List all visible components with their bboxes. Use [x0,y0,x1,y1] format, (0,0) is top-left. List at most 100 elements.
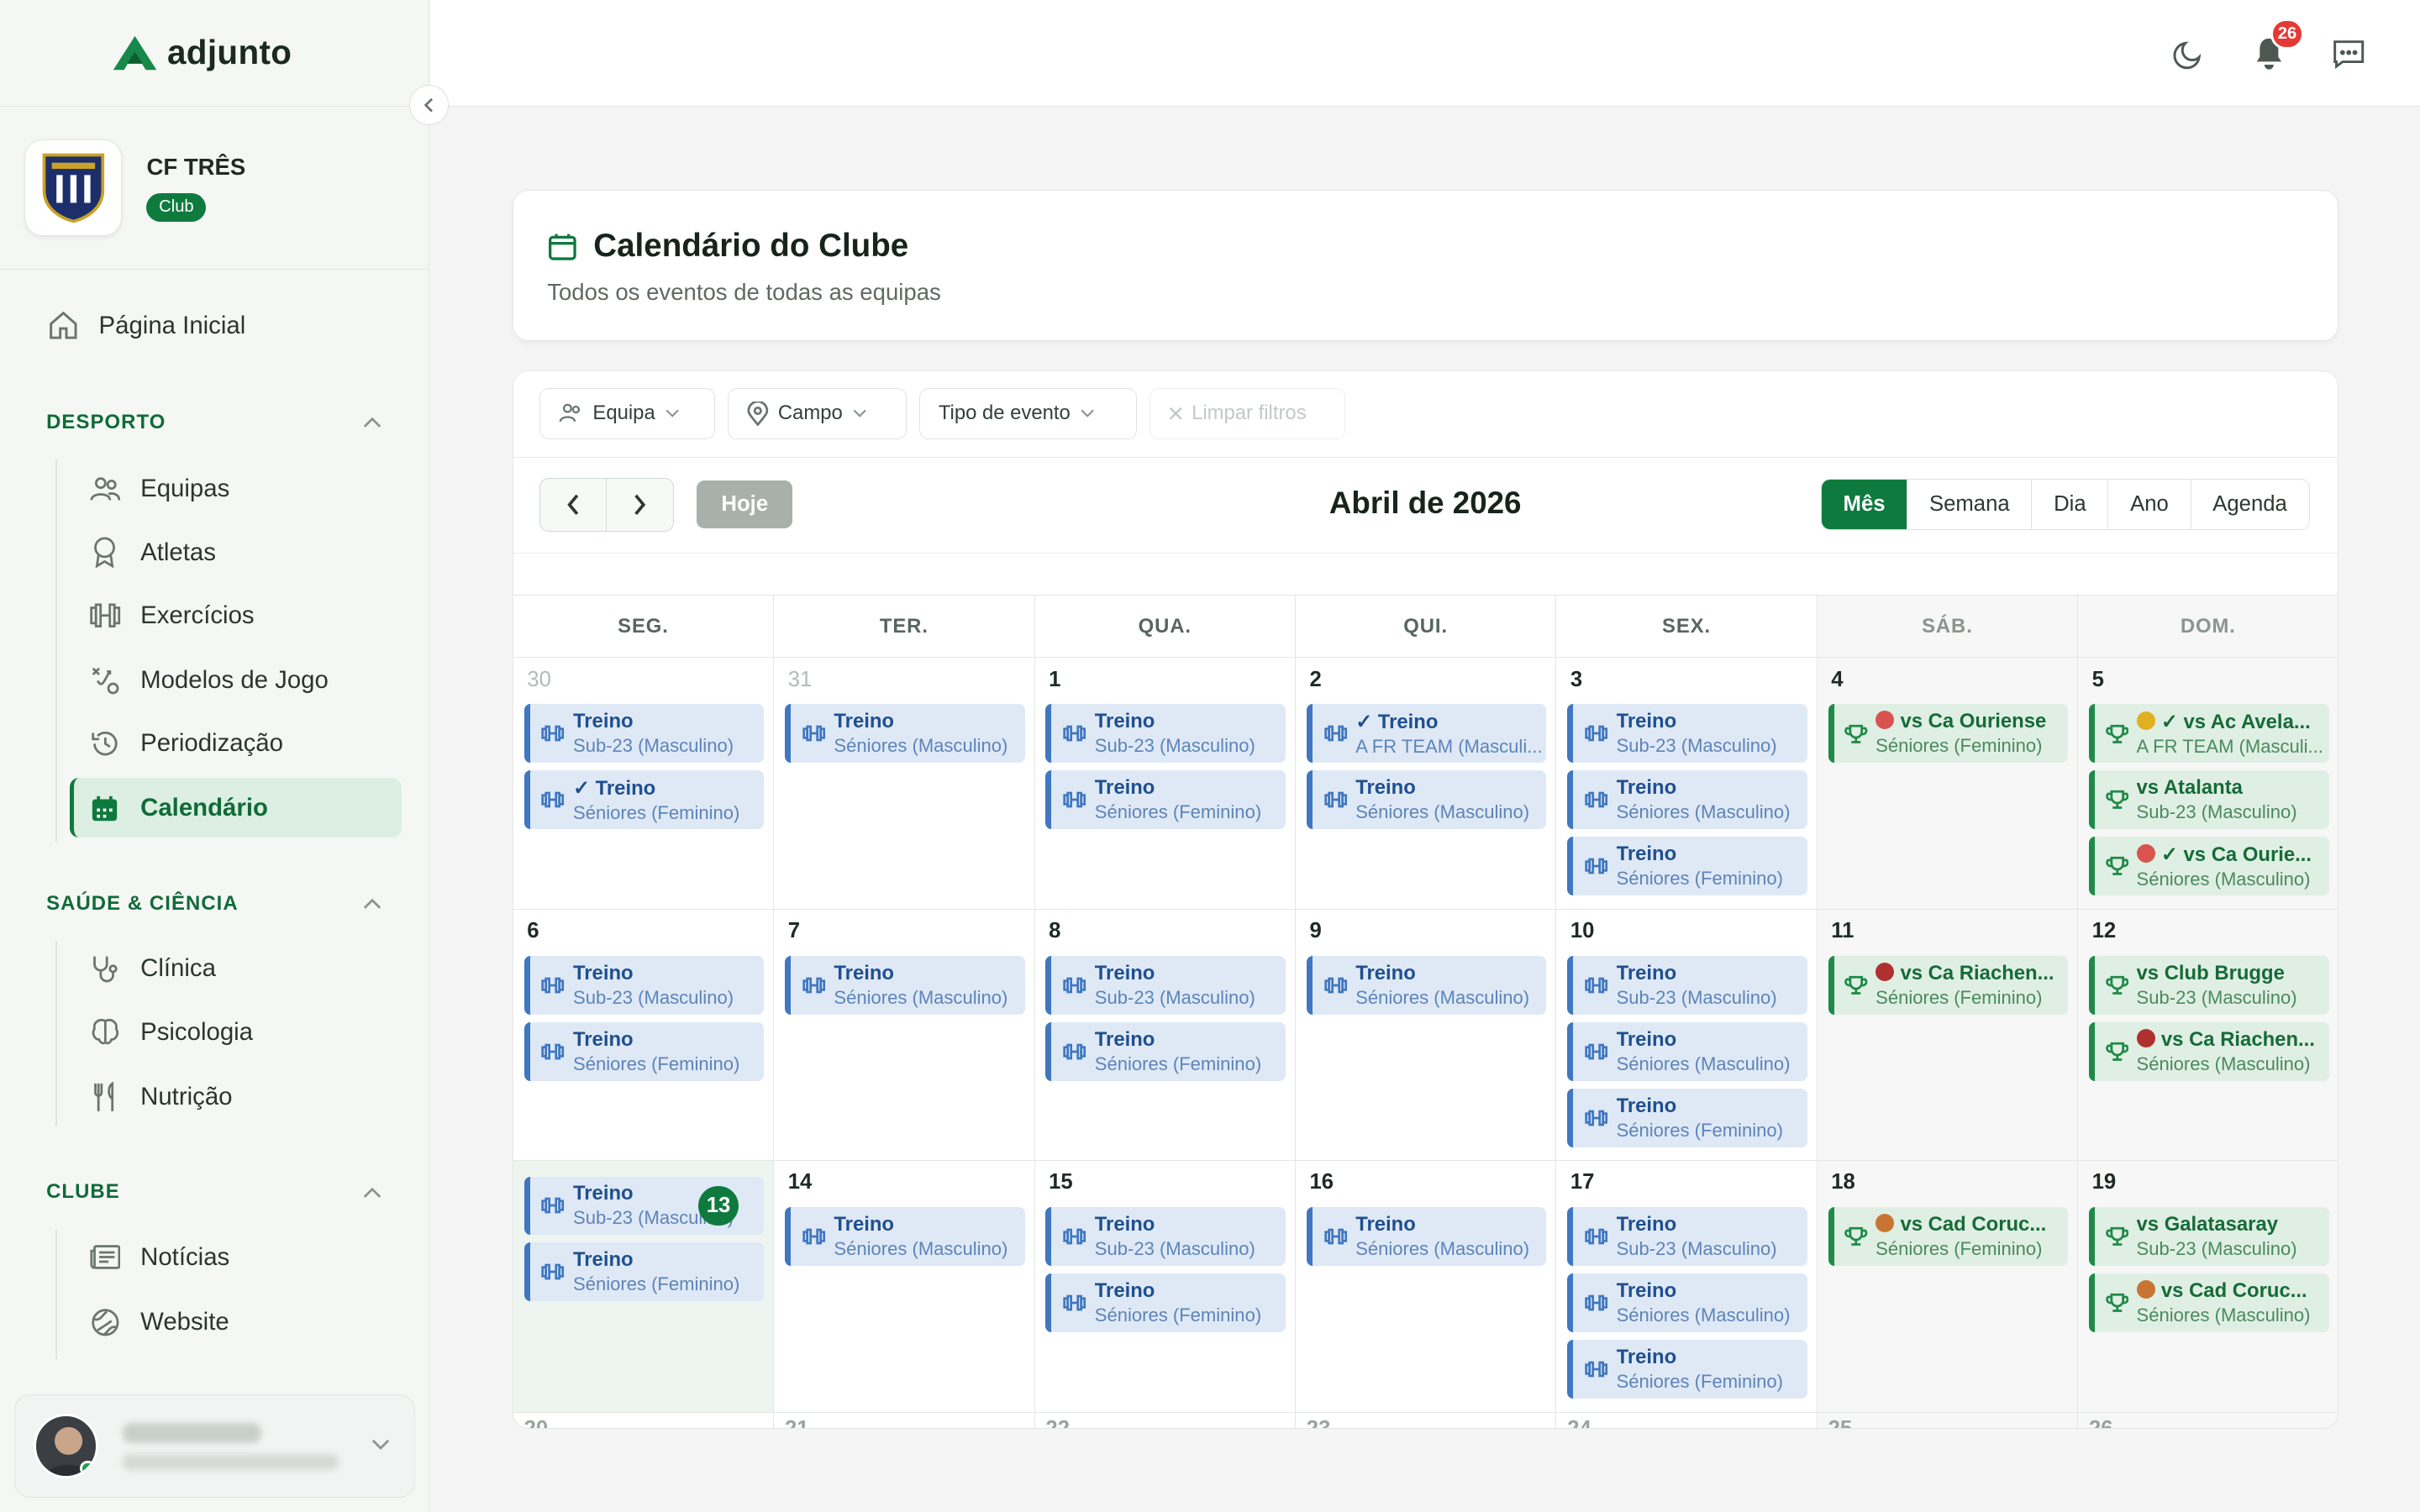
day-cell[interactable]: 31 Treino Séniores (Masculino) [774,658,1035,909]
training-event[interactable]: Treino Séniores (Masculino) [785,704,1025,764]
day-cell[interactable]: 16 Treino Séniores (Masculino) [1296,1161,1557,1412]
nav-calendario[interactable]: Calendário [88,790,268,827]
day-number[interactable]: 31 [785,666,1025,697]
day-number[interactable]: 7 [785,917,1025,948]
training-event[interactable]: Treino Sub-23 (Masculino) [1045,704,1286,764]
view-agenda-button[interactable]: Agenda [2190,480,2309,529]
day-number[interactable]: 17 [1567,1168,1807,1200]
training-event[interactable]: Treino Sub-23 (Masculino) [1567,955,1807,1015]
training-event[interactable]: Treino Séniores (Masculino) [785,955,1025,1015]
game-event[interactable]: vs Ca Riachen... Séniores (Feminino) [1828,955,2069,1015]
view-year-button[interactable]: Ano [2107,480,2190,529]
training-event[interactable]: Treino Séniores (Masculino) [785,1207,1025,1266]
day-number[interactable]: 8 [1045,917,1286,948]
training-event[interactable]: Treino Sub-23 (Masculino) [523,704,765,764]
day-cell-partial[interactable]: 23 [1296,1412,1557,1428]
day-cell[interactable]: 13 Treino Sub-23 (Masculino) Treino Séniores… [513,1161,775,1412]
clear-filters-button[interactable]: Limpar filtros [1149,388,1345,439]
day-cell-partial[interactable]: 20 [513,1412,775,1428]
day-number[interactable]: 2 [1307,666,1547,697]
training-event[interactable]: Treino Séniores (Feminino) [523,1242,765,1302]
training-event[interactable]: Treino Séniores (Masculino) [1567,1021,1807,1081]
sidebar-collapse-button[interactable] [408,85,450,125]
training-event[interactable]: Treino Séniores (Feminino) [1045,1273,1286,1332]
day-number[interactable]: 12 [2089,917,2329,948]
nav-modelos-de-jogo[interactable]: Modelos de Jogo [88,662,329,699]
section-desporto[interactable]: DESPORTO [46,411,381,434]
game-event[interactable]: vs Cad Coruc... Séniores (Masculino) [2088,1273,2329,1332]
day-number[interactable]: 5 [2089,666,2329,697]
day-cell[interactable]: 4 vs Ca Ouriense Séniores (Feminino) [1817,658,2079,909]
nav-atletas[interactable]: Atletas [88,533,216,570]
training-event[interactable]: ✓ Treino Séniores (Feminino) [523,770,765,830]
day-cell-partial[interactable]: 21 [774,1412,1035,1428]
training-event[interactable]: Treino Séniores (Feminino) [1567,1088,1807,1147]
day-cell[interactable]: 17 Treino Sub-23 (Masculino) Treino Séniores… [1556,1161,1818,1412]
day-number[interactable]: 1 [1045,666,1286,697]
training-event[interactable]: Treino Séniores (Feminino) [1567,837,1807,896]
club-card[interactable]: CF TRÊS Club [0,107,429,270]
day-cell[interactable]: 2 ✓ Treino A FR TEAM (Masculi... Treino Séni… [1296,658,1557,909]
game-event[interactable]: vs Atalanta Sub-23 (Masculino) [2088,770,2329,830]
day-number[interactable]: 19 [2089,1168,2329,1200]
day-cell[interactable]: 14 Treino Séniores (Masculino) [774,1161,1035,1412]
game-event[interactable]: vs Ca Ouriense Séniores (Feminino) [1828,704,2069,764]
game-event[interactable]: vs Club Brugge Sub-23 (Masculino) [2088,955,2329,1015]
training-event[interactable]: Treino Séniores (Feminino) [1567,1340,1807,1399]
nav-exercicios[interactable]: Exercícios [88,597,255,634]
training-event[interactable]: Treino Sub-23 (Masculino) [1567,1207,1807,1266]
day-cell[interactable]: 7 Treino Séniores (Masculino) [774,909,1035,1161]
day-cell[interactable]: 11 vs Ca Riachen... Séniores (Feminino) [1817,909,2079,1161]
training-event[interactable]: Treino Séniores (Masculino) [1567,1273,1807,1332]
day-number[interactable]: 15 [1045,1168,1286,1200]
day-number[interactable]: 30 [524,666,765,697]
nav-periodizacao[interactable]: Periodização [88,725,283,762]
day-cell-partial[interactable]: 22 [1035,1412,1296,1428]
nav-nutricao[interactable]: Nutrição [88,1079,233,1116]
chat-icon[interactable] [2330,35,2367,72]
day-cell-partial[interactable]: 26 [2078,1412,2338,1428]
view-month-button[interactable]: Mês [1821,480,1907,529]
today-day-number[interactable]: 13 [698,1185,739,1226]
team-filter[interactable]: Equipa [539,388,716,439]
training-event[interactable]: Treino Séniores (Feminino) [1045,770,1286,830]
training-event[interactable]: Treino Sub-23 (Masculino) [1045,1207,1286,1266]
view-week-button[interactable]: Semana [1907,480,2031,529]
training-event[interactable]: Treino Séniores (Masculino) [1306,955,1547,1015]
day-cell[interactable]: 15 Treino Sub-23 (Masculino) Treino Séniores… [1035,1161,1296,1412]
nav-website[interactable]: Website [88,1304,229,1341]
section-saude[interactable]: SAÚDE & CIÊNCIA [46,892,381,916]
game-event[interactable]: ✓ vs Ac Avela... A FR TEAM (Masculi... [2088,704,2329,764]
section-clube[interactable]: CLUBE [46,1180,381,1204]
nav-home[interactable]: Página Inicial [46,308,245,342]
training-event[interactable]: Treino Séniores (Feminino) [1045,1021,1286,1081]
day-cell[interactable]: 8 Treino Sub-23 (Masculino) Treino Séniores … [1035,909,1296,1161]
day-number[interactable]: 10 [1567,917,1807,948]
game-event[interactable]: vs Ca Riachen... Séniores (Masculino) [2088,1021,2329,1081]
event-type-filter[interactable]: Tipo de evento [918,388,1137,439]
training-event[interactable]: Treino Sub-23 (Masculino) [1567,704,1807,764]
moon-icon[interactable] [2170,35,2207,72]
day-cell[interactable]: 12 vs Club Brugge Sub-23 (Masculino) vs Ca … [2078,909,2338,1161]
day-cell-partial[interactable]: 25 [1817,1412,2079,1428]
training-event[interactable]: Treino Sub-23 (Masculino) [523,955,765,1015]
training-event[interactable]: Treino Séniores (Masculino) [1567,770,1807,830]
game-event[interactable]: vs Cad Coruc... Séniores (Feminino) [1828,1207,2069,1266]
day-number[interactable]: 9 [1307,917,1547,948]
training-event[interactable]: Treino Sub-23 (Masculino) [1045,955,1286,1015]
day-cell[interactable]: 3 Treino Sub-23 (Masculino) Treino Séniores … [1556,658,1818,909]
game-event[interactable]: ✓ vs Ca Ourie... Séniores (Masculino) [2088,837,2329,896]
day-number[interactable]: 4 [1828,666,2069,697]
day-cell-partial[interactable]: 24 [1556,1412,1818,1428]
day-cell[interactable]: 10 Treino Sub-23 (Masculino) Treino Séniores… [1556,909,1818,1161]
view-day-button[interactable]: Dia [2031,480,2107,529]
training-event[interactable]: ✓ Treino A FR TEAM (Masculi... [1306,704,1547,764]
nav-psicologia[interactable]: Psicologia [88,1014,253,1051]
training-event[interactable]: Treino Séniores (Masculino) [1306,1207,1547,1266]
day-cell[interactable]: 5 ✓ vs Ac Avela... A FR TEAM (Masculi... vs… [2078,658,2338,909]
game-event[interactable]: vs Galatasaray Sub-23 (Masculino) [2088,1207,2329,1266]
brand[interactable]: adjunto [0,0,429,107]
day-cell[interactable]: 19 vs Galatasaray Sub-23 (Masculino) vs Cad… [2078,1161,2338,1412]
day-cell[interactable]: 18 vs Cad Coruc... Séniores (Feminino) [1817,1161,2079,1412]
day-cell[interactable]: 9 Treino Séniores (Masculino) [1296,909,1557,1161]
